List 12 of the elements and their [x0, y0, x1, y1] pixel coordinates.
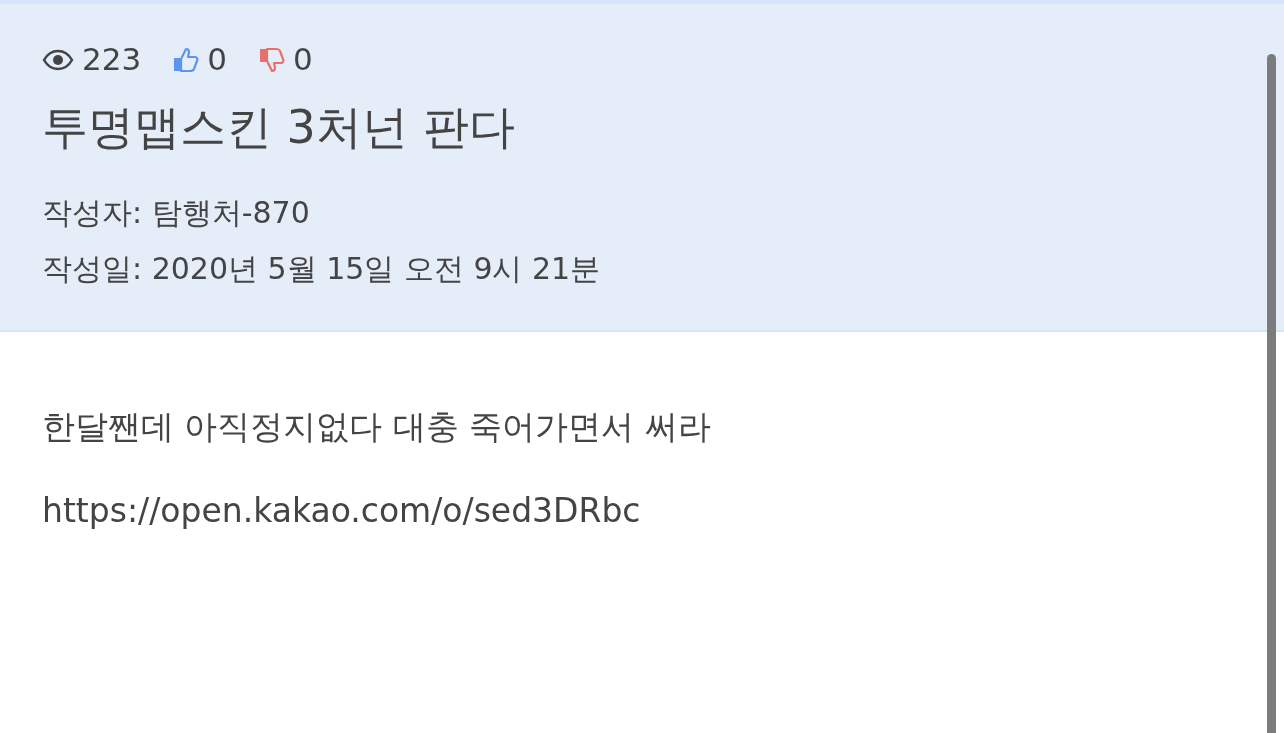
post-paragraph: 한달짼데 아직정지없다 대충 죽어가면서 써라: [42, 406, 712, 448]
eye-icon: [42, 48, 74, 71]
thumbs-down-icon[interactable]: [258, 46, 285, 73]
view-count: 223: [82, 44, 142, 75]
post-paragraph: https://open.kakao.com/o/sed3DRbc: [42, 490, 642, 532]
post-meta: 작성자: 탐행처-870: [42, 194, 311, 232]
post-title: 투명맵스킨 3처넌 판다: [42, 99, 516, 156]
dislike-count: 0: [292, 44, 313, 75]
thumbs-up-icon[interactable]: [173, 46, 200, 73]
like-count: 0: [207, 44, 227, 75]
scrollbar[interactable]: [1267, 54, 1276, 733]
post-meta: 작성일: 2020년 5월 15일 오전 9시 21분: [42, 250, 602, 288]
